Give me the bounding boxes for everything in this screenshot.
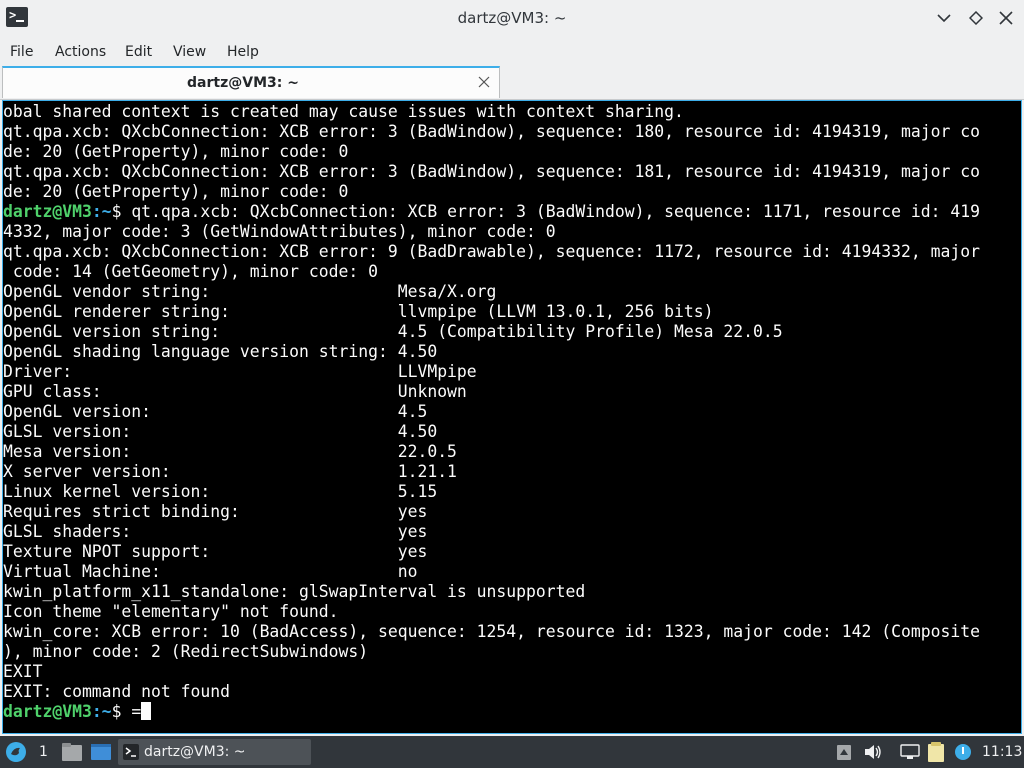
clock: 11:13	[982, 744, 1023, 760]
taskbar-task-terminal[interactable]: dartz@VM3: ~	[118, 739, 311, 765]
prompt-symbol: $	[111, 202, 132, 221]
terminal-tab[interactable]: dartz@VM3: ~	[2, 66, 500, 98]
terminal-line: X server version: 1.21.1	[3, 462, 457, 481]
chevron-down-icon	[937, 14, 951, 23]
terminal-line: Driver: LLVMpipe	[3, 362, 477, 381]
terminal-line: OpenGL shading language version string: …	[3, 342, 438, 361]
close-button[interactable]	[996, 8, 1016, 28]
text-cursor	[141, 702, 152, 720]
terminal-line: OpenGL vendor string: Mesa/X.org	[3, 282, 497, 301]
prompt-symbol: $	[111, 702, 132, 721]
menu-edit[interactable]: Edit	[125, 40, 152, 64]
terminal-line: qt.qpa.xcb: QXcbConnection: XCB error: 3…	[3, 162, 980, 181]
menu-file[interactable]: File	[10, 40, 33, 64]
file-manager-icon[interactable]	[61, 742, 83, 762]
terminal-line: kwin_core: XCB error: 10 (BadAccess), se…	[3, 622, 980, 641]
close-icon	[999, 11, 1013, 25]
terminal-line: OpenGL version: 4.5	[3, 402, 428, 421]
desktop-number[interactable]: 1	[39, 736, 48, 768]
show-desktop-icon[interactable]	[90, 743, 112, 761]
diamond-icon	[969, 11, 983, 25]
prompt-path: :~	[91, 202, 112, 221]
terminal-line: Mesa version: 22.0.5	[3, 442, 457, 461]
terminal-line: GLSL version: 4.50	[3, 422, 438, 441]
terminal-line: obal shared context is created may cause…	[3, 102, 684, 121]
terminal-line: kwin_platform_x11_standalone: glSwapInte…	[3, 582, 586, 601]
terminal-line: OpenGL renderer string: llvmpipe (LLVM 1…	[3, 302, 714, 321]
terminal-line: GLSL shaders: yes	[3, 522, 428, 541]
terminal-line: dartz@VM3:~$ =	[3, 702, 152, 722]
terminal-line: 4332, major code: 3 (GetWindowAttributes…	[3, 222, 556, 241]
terminal-line: qt.qpa.xcb: QXcbConnection: XCB error: 9…	[3, 242, 980, 261]
terminal-line: dartz@VM3:~$ qt.qpa.xcb: QXcbConnection:…	[3, 202, 980, 222]
tab-bar: dartz@VM3: ~	[0, 66, 1024, 100]
tab-title: dartz@VM3: ~	[187, 75, 299, 91]
terminal-line: code: 14 (GetGeometry), minor code: 0	[3, 262, 378, 281]
volume-icon[interactable]	[864, 744, 882, 760]
command-text: qt.qpa.xcb: QXcbConnection: XCB error: 3…	[131, 202, 980, 221]
prompt-path: :~	[91, 702, 112, 721]
window-title: dartz@VM3: ~	[457, 9, 567, 27]
application-menu-icon[interactable]	[5, 741, 27, 763]
task-label: dartz@VM3: ~	[144, 744, 246, 760]
prompt-user: dartz@VM3	[3, 202, 92, 221]
prompt-user: dartz@VM3	[3, 702, 92, 721]
terminal-line: Icon theme "elementary" not found.	[3, 602, 339, 621]
clipboard-icon[interactable]	[836, 743, 852, 761]
taskbar: 1 dartz@VM3: ~ 11:13	[0, 736, 1024, 768]
terminal-line: OpenGL version string: 4.5 (Compatibilit…	[3, 322, 783, 341]
terminal-line: Texture NPOT support: yes	[3, 542, 428, 561]
terminal-icon	[123, 744, 139, 760]
terminal-line: Linux kernel version: 5.15	[3, 482, 438, 501]
maximize-button[interactable]	[966, 8, 986, 28]
terminal-line: Virtual Machine: no	[3, 562, 418, 581]
notes-icon[interactable]	[926, 741, 946, 763]
terminal-output[interactable]: obal shared context is created may cause…	[2, 100, 1022, 734]
network-icon[interactable]	[900, 744, 920, 760]
title-bar[interactable]: > dartz@VM3: ~	[0, 0, 1024, 36]
terminal-line: ), minor code: 2 (RedirectSubwindows)	[3, 642, 369, 661]
menu-view[interactable]: View	[173, 40, 206, 64]
terminal-line: qt.qpa.xcb: QXcbConnection: XCB error: 3…	[3, 122, 980, 141]
minimize-button[interactable]	[934, 8, 954, 28]
terminal-line: de: 20 (GetProperty), minor code: 0	[3, 182, 349, 201]
updates-icon[interactable]	[953, 743, 973, 761]
terminal-line: GPU class: Unknown	[3, 382, 467, 401]
terminal-line: EXIT	[3, 662, 43, 681]
tab-close-icon[interactable]	[477, 75, 491, 89]
terminal-line: Requires strict binding: yes	[3, 502, 428, 521]
menu-actions[interactable]: Actions	[55, 40, 106, 64]
terminal-line: de: 20 (GetProperty), minor code: 0	[3, 142, 349, 161]
menu-help[interactable]: Help	[227, 40, 259, 64]
terminal-line: EXIT: command not found	[3, 682, 230, 701]
command-text: =	[131, 702, 142, 721]
